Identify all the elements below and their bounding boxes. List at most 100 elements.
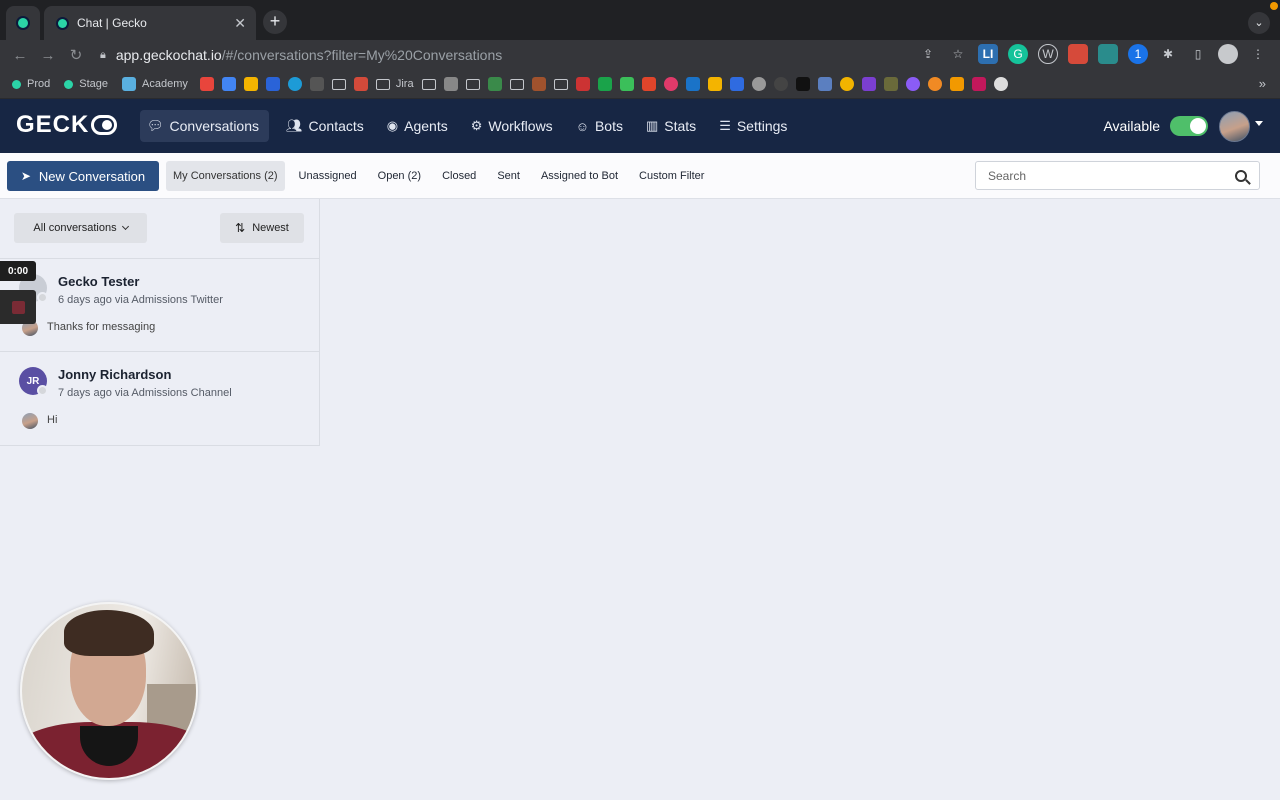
filter-custom[interactable]: Custom Filter: [632, 161, 711, 191]
extension-icon[interactable]: [531, 77, 546, 91]
drive-icon[interactable]: [243, 77, 258, 91]
producthunt-icon[interactable]: [619, 77, 634, 91]
webcam-bubble[interactable]: [20, 602, 198, 780]
contact-name: Jonny Richardson: [58, 367, 172, 382]
nav-bots[interactable]: ☺ Bots: [569, 110, 633, 142]
nav-settings[interactable]: ☰ Settings: [712, 110, 797, 142]
bookmarks-overflow-icon[interactable]: »: [1259, 76, 1266, 91]
puzzle-icon[interactable]: ✱: [1158, 44, 1178, 64]
share-icon[interactable]: ⇪: [918, 44, 938, 64]
conversation-item[interactable]: Gecko Tester 6 days ago via Admissions T…: [0, 259, 319, 352]
side-panel-icon[interactable]: ▯: [1188, 44, 1208, 64]
bookmark-jira[interactable]: Jira: [375, 74, 414, 94]
nav-agents[interactable]: ◉ Agents: [380, 110, 458, 142]
extension-icon[interactable]: [773, 77, 788, 91]
onepassword-icon[interactable]: 1: [1128, 44, 1148, 64]
filter-my-conversations[interactable]: My Conversations (2): [166, 161, 285, 191]
chrome-icon[interactable]: [839, 77, 854, 91]
filter-closed[interactable]: Closed: [435, 161, 483, 191]
extension-icon[interactable]: [883, 77, 898, 91]
bookmark-prod[interactable]: Prod: [12, 74, 50, 94]
new-tab-button[interactable]: +: [263, 10, 287, 34]
filter-unassigned[interactable]: Unassigned: [292, 161, 364, 191]
url-path: /#/conversations?filter=My%20Conversatio…: [221, 47, 503, 63]
search-input[interactable]: [988, 168, 1235, 183]
pinned-tab[interactable]: [6, 6, 40, 40]
user-avatar[interactable]: [1219, 111, 1250, 142]
conversation-meta: 7 days ago via Admissions Channel: [58, 387, 232, 399]
kebab-menu-icon[interactable]: ⋮: [1248, 44, 1268, 64]
nav-label: Agents: [404, 118, 448, 134]
close-icon[interactable]: ✕: [234, 15, 246, 32]
extension-teal-icon[interactable]: [1098, 44, 1118, 64]
extension-red-icon[interactable]: [1068, 44, 1088, 64]
fs-icon[interactable]: [795, 77, 810, 91]
folder-icon[interactable]: [331, 78, 346, 90]
extension-li-icon[interactable]: LI: [978, 44, 998, 64]
tool-icon[interactable]: [443, 77, 458, 91]
wordtune-icon[interactable]: W: [1038, 44, 1058, 64]
folder-icon[interactable]: [465, 78, 480, 90]
salesforce-icon[interactable]: [287, 77, 302, 91]
extension-icon[interactable]: [971, 77, 986, 91]
gecko-favicon-icon: [18, 18, 28, 28]
filter-sent[interactable]: Sent: [490, 161, 527, 191]
sort-button[interactable]: ⇅ Newest: [220, 213, 304, 243]
nav-stats[interactable]: ▥ Stats: [639, 110, 706, 142]
nav-label: Stats: [664, 118, 697, 134]
back-icon[interactable]: ←: [6, 47, 34, 64]
plus-green-icon[interactable]: [597, 77, 612, 91]
extension-icon[interactable]: [487, 77, 502, 91]
folder-icon[interactable]: [553, 78, 568, 90]
conversation-scope-dropdown[interactable]: All conversations: [14, 213, 147, 243]
folder-icon[interactable]: [421, 78, 436, 90]
forward-icon[interactable]: →: [34, 47, 62, 64]
nav-conversations[interactable]: 💬︎ Conversations: [140, 110, 270, 142]
availability-toggle[interactable]: [1170, 116, 1208, 136]
analytics-icon[interactable]: [949, 77, 964, 91]
globe-icon[interactable]: [751, 77, 766, 91]
filter-open[interactable]: Open (2): [371, 161, 428, 191]
new-conversation-button[interactable]: ➤ New Conversation: [7, 161, 159, 191]
contact-name: Gecko Tester: [58, 274, 140, 289]
drive-icon[interactable]: [707, 77, 722, 91]
bookmark-academy[interactable]: Academy: [122, 74, 188, 94]
stop-recording-icon[interactable]: [11, 300, 25, 314]
grammarly-icon[interactable]: G: [1008, 44, 1028, 64]
extension-icon[interactable]: [927, 77, 942, 91]
calendar-icon[interactable]: [575, 77, 590, 91]
extension-icon[interactable]: [861, 77, 876, 91]
extension-icon[interactable]: [817, 77, 832, 91]
extension-icon[interactable]: [353, 77, 368, 91]
agent-avatar: [22, 413, 38, 429]
star-icon[interactable]: ☆: [948, 44, 968, 64]
intercom-icon[interactable]: [265, 77, 280, 91]
gecko-logo[interactable]: GECK: [16, 111, 118, 139]
extension-icon[interactable]: [993, 77, 1008, 91]
calendar-icon[interactable]: [221, 77, 236, 91]
filter-assigned-to-bot[interactable]: Assigned to Bot: [534, 161, 625, 191]
outlook-icon[interactable]: [685, 77, 700, 91]
address-bar[interactable]: 🔒︎ app.geckochat.io/#/conversations?filt…: [100, 40, 502, 70]
search-icon[interactable]: [1235, 169, 1247, 182]
caret-down-icon[interactable]: [1255, 121, 1263, 126]
extension-icon[interactable]: [641, 77, 656, 91]
active-browser-tab[interactable]: Chat | Gecko ✕: [44, 6, 256, 40]
dropbox-icon[interactable]: [729, 77, 744, 91]
tool-icon[interactable]: [309, 77, 324, 91]
gmail-icon[interactable]: [199, 77, 214, 91]
nav-label: Conversations: [169, 118, 260, 134]
folder-icon[interactable]: [509, 78, 524, 90]
conversation-item[interactable]: JR Jonny Richardson 7 days ago via Admis…: [0, 352, 319, 445]
tab-search-button[interactable]: ⌄: [1248, 12, 1270, 34]
nav-contacts[interactable]: 👥︎ Contacts: [279, 110, 374, 142]
profile-avatar[interactable]: [1218, 44, 1238, 64]
messenger-icon[interactable]: [905, 77, 920, 91]
extension-icon[interactable]: [663, 77, 678, 91]
bookmark-stage[interactable]: Stage: [64, 74, 108, 94]
conversation-list-panel: All conversations ⇅ Newest Gecko Tester …: [0, 199, 320, 446]
academy-icon: [122, 77, 136, 91]
recording-timer: 0:00: [0, 261, 36, 281]
nav-workflows[interactable]: ⚙ Workflows: [464, 110, 563, 142]
reload-icon[interactable]: ↻: [62, 46, 90, 64]
